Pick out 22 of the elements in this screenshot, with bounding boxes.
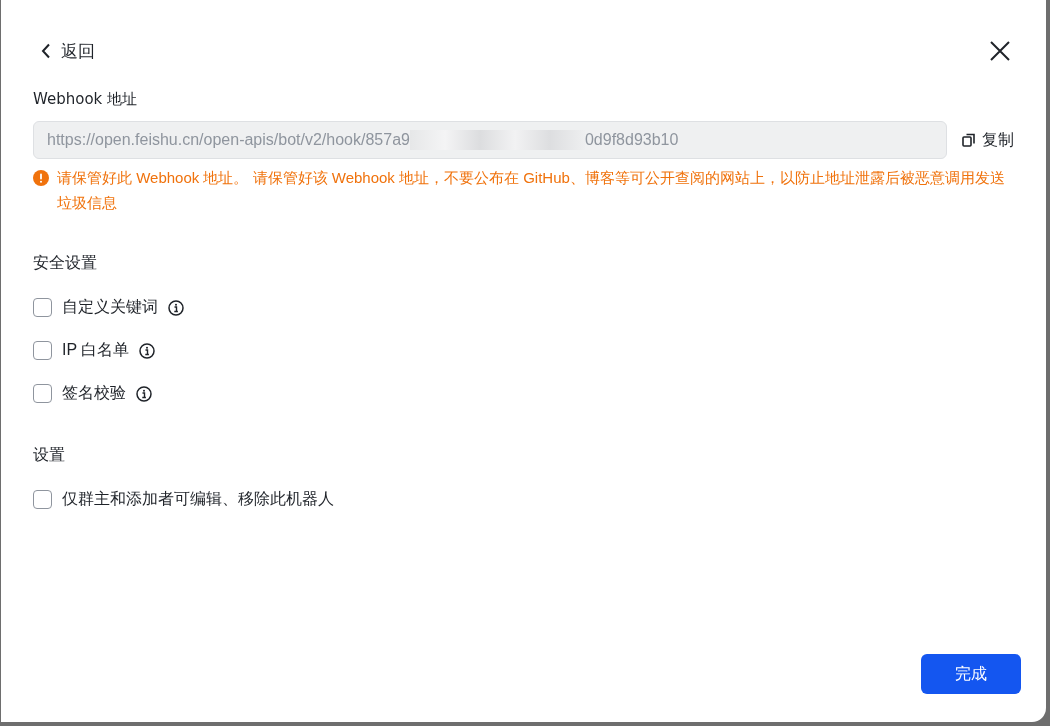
done-button[interactable]: 完成 xyxy=(921,654,1021,694)
info-icon[interactable] xyxy=(139,342,156,359)
section-title: 设置 xyxy=(33,445,66,466)
copy-icon xyxy=(962,133,976,147)
warning-text: 请保管好此 Webhook 地址。 请保管好该 Webhook 地址，不要公布在 GitHub、博客等可公开查阅的网站上，以防止地址泄露后被恶意调用发送垃圾信息 xyxy=(57,168,1006,213)
field-label: Webhook 地址 xyxy=(33,90,139,109)
option-label[interactable]: IP 白名单 xyxy=(62,340,130,361)
option-label[interactable]: 签名校验 xyxy=(62,383,126,404)
option-label[interactable]: 自定义关键词 xyxy=(62,297,158,318)
checkbox[interactable] xyxy=(33,384,52,403)
chevron-left-icon xyxy=(41,43,51,59)
checkbox[interactable] xyxy=(33,298,52,317)
back-button[interactable]: 返回 xyxy=(33,39,95,63)
close-icon[interactable] xyxy=(990,41,1010,61)
checkbox[interactable] xyxy=(33,490,52,509)
section-title: 安全设置 xyxy=(33,253,98,274)
info-icon[interactable] xyxy=(168,299,184,316)
warning-icon xyxy=(33,170,49,186)
copy-button[interactable]: 复制 xyxy=(962,129,1014,151)
checkbox[interactable] xyxy=(33,341,52,360)
option-label[interactable]: 仅群主和添加者可编辑、移除此机器人 xyxy=(62,489,334,510)
info-icon[interactable] xyxy=(136,385,152,402)
